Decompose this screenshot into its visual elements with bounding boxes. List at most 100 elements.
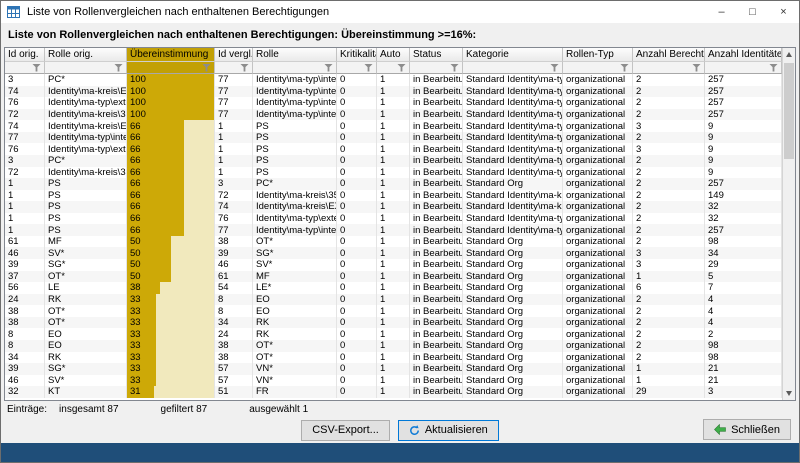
minimize-button[interactable]: – <box>706 1 737 23</box>
column-header-kritikalitaet[interactable]: Kritikalität <box>337 48 377 62</box>
cell-kategorie[interactable]: Standard Identity\ma-typ <box>463 74 563 86</box>
cell-kategorie[interactable]: Standard Identity\ma-typ <box>463 86 563 98</box>
cell-anzahl_identitaeten[interactable]: 21 <box>705 363 782 375</box>
cell-rollen_typ[interactable]: organizational <box>563 328 633 340</box>
cell-rolle[interactable]: Identity\ma-typ\intern <box>253 97 337 109</box>
cell-kategorie[interactable]: Standard Identity\ma-typ <box>463 213 563 225</box>
cell-rollen_typ[interactable]: organizational <box>563 352 633 364</box>
filter-cell-kategorie[interactable] <box>463 62 563 74</box>
table-row[interactable]: 74Identity\ma-kreis\EX10077Identity\ma-t… <box>5 86 782 98</box>
cell-id_orig[interactable]: 77 <box>5 132 45 144</box>
cell-status[interactable]: in Bearbeitung <box>410 201 463 213</box>
cell-rollen_typ[interactable]: organizational <box>563 259 633 271</box>
cell-uebereinstimmung[interactable]: 50 <box>127 236 215 248</box>
cell-anzahl_identitaeten[interactable]: 257 <box>705 178 782 190</box>
cell-id_orig[interactable]: 1 <box>5 224 45 236</box>
cell-rolle_orig[interactable]: OT* <box>45 317 127 329</box>
maximize-button[interactable]: □ <box>737 1 768 23</box>
cell-anzahl_identitaeten[interactable]: 32 <box>705 213 782 225</box>
cell-rollen_typ[interactable]: organizational <box>563 201 633 213</box>
cell-uebereinstimmung[interactable]: 66 <box>127 132 215 144</box>
cell-rolle[interactable]: SV* <box>253 259 337 271</box>
table-row[interactable]: 46SV*3357VN*01in BearbeitungStandard Org… <box>5 375 782 387</box>
cell-rolle_orig[interactable]: PS <box>45 190 127 202</box>
cell-auto[interactable]: 1 <box>377 167 410 179</box>
cell-anzahl_identitaeten[interactable]: 4 <box>705 305 782 317</box>
cell-rolle_orig[interactable]: LE <box>45 282 127 294</box>
cell-anzahl_berechtigungen[interactable]: 2 <box>633 236 705 248</box>
cell-rolle_orig[interactable]: OT* <box>45 271 127 283</box>
column-header-id_vergl[interactable]: Id vergl. <box>215 48 253 62</box>
cell-auto[interactable]: 1 <box>377 282 410 294</box>
cell-rolle_orig[interactable]: Identity\ma-typ\extern <box>45 143 127 155</box>
cell-id_vergl[interactable]: 39 <box>215 247 253 259</box>
cell-rolle[interactable]: RK <box>253 317 337 329</box>
cell-id_vergl[interactable]: 38 <box>215 236 253 248</box>
column-header-kategorie[interactable]: Kategorie <box>463 48 563 62</box>
cell-id_vergl[interactable]: 1 <box>215 132 253 144</box>
cell-uebereinstimmung[interactable]: 66 <box>127 143 215 155</box>
cell-rolle[interactable]: PS <box>253 143 337 155</box>
cell-status[interactable]: in Bearbeitung <box>410 190 463 202</box>
cell-id_vergl[interactable]: 3 <box>215 178 253 190</box>
cell-id_vergl[interactable]: 1 <box>215 167 253 179</box>
cell-kritikalitaet[interactable]: 0 <box>337 201 377 213</box>
cell-auto[interactable]: 1 <box>377 236 410 248</box>
table-row[interactable]: 8EO3338OT*01in BearbeitungStandard Orgor… <box>5 340 782 352</box>
filter-funnel-icon[interactable] <box>550 64 559 72</box>
cell-rolle[interactable]: RK <box>253 328 337 340</box>
cell-anzahl_berechtigungen[interactable]: 2 <box>633 155 705 167</box>
cell-rolle[interactable]: Identity\ma-kreis\35 <box>253 190 337 202</box>
filter-funnel-icon[interactable] <box>450 64 459 72</box>
cell-rollen_typ[interactable]: organizational <box>563 74 633 86</box>
cell-rolle[interactable]: Identity\ma-typ\intern <box>253 74 337 86</box>
cell-rolle_orig[interactable]: PS <box>45 213 127 225</box>
cell-anzahl_berechtigungen[interactable]: 2 <box>633 317 705 329</box>
cell-kritikalitaet[interactable]: 0 <box>337 340 377 352</box>
csv-export-button[interactable]: CSV-Export... <box>301 420 390 441</box>
cell-kritikalitaet[interactable]: 0 <box>337 155 377 167</box>
cell-rolle_orig[interactable]: Identity\ma-typ\intern <box>45 132 127 144</box>
cell-anzahl_identitaeten[interactable]: 9 <box>705 143 782 155</box>
cell-anzahl_identitaeten[interactable]: 257 <box>705 74 782 86</box>
cell-rollen_typ[interactable]: organizational <box>563 305 633 317</box>
cell-kritikalitaet[interactable]: 0 <box>337 386 377 398</box>
cell-kritikalitaet[interactable]: 0 <box>337 74 377 86</box>
cell-rolle[interactable]: PS <box>253 155 337 167</box>
cell-auto[interactable]: 1 <box>377 363 410 375</box>
table-row[interactable]: 77Identity\ma-typ\intern661PS01in Bearbe… <box>5 132 782 144</box>
cell-uebereinstimmung[interactable]: 66 <box>127 120 215 132</box>
cell-auto[interactable]: 1 <box>377 259 410 271</box>
cell-kritikalitaet[interactable]: 0 <box>337 190 377 202</box>
cell-auto[interactable]: 1 <box>377 86 410 98</box>
cell-rollen_typ[interactable]: organizational <box>563 224 633 236</box>
cell-status[interactable]: in Bearbeitung <box>410 340 463 352</box>
cell-id_orig[interactable]: 8 <box>5 340 45 352</box>
cell-anzahl_berechtigungen[interactable]: 29 <box>633 386 705 398</box>
cell-kritikalitaet[interactable]: 0 <box>337 363 377 375</box>
cell-rollen_typ[interactable]: organizational <box>563 167 633 179</box>
filter-cell-status[interactable] <box>410 62 463 74</box>
cell-anzahl_berechtigungen[interactable]: 2 <box>633 74 705 86</box>
cell-kritikalitaet[interactable]: 0 <box>337 282 377 294</box>
cell-status[interactable]: in Bearbeitung <box>410 386 463 398</box>
filter-funnel-icon[interactable] <box>32 64 41 72</box>
cell-rolle[interactable]: PS <box>253 120 337 132</box>
cell-status[interactable]: in Bearbeitung <box>410 305 463 317</box>
column-header-auto[interactable]: Auto <box>377 48 410 62</box>
cell-anzahl_berechtigungen[interactable]: 3 <box>633 143 705 155</box>
cell-id_vergl[interactable]: 8 <box>215 305 253 317</box>
cell-id_vergl[interactable]: 72 <box>215 190 253 202</box>
cell-rolle[interactable]: OT* <box>253 352 337 364</box>
cell-uebereinstimmung[interactable]: 66 <box>127 190 215 202</box>
cell-id_orig[interactable]: 74 <box>5 120 45 132</box>
cell-rollen_typ[interactable]: organizational <box>563 155 633 167</box>
cell-kritikalitaet[interactable]: 0 <box>337 375 377 387</box>
cell-anzahl_identitaeten[interactable]: 5 <box>705 271 782 283</box>
cell-anzahl_berechtigungen[interactable]: 2 <box>633 190 705 202</box>
cell-id_vergl[interactable]: 77 <box>215 224 253 236</box>
cell-auto[interactable]: 1 <box>377 109 410 121</box>
cell-status[interactable]: in Bearbeitung <box>410 167 463 179</box>
cell-rollen_typ[interactable]: organizational <box>563 120 633 132</box>
scrollbar-thumb[interactable] <box>784 63 794 159</box>
